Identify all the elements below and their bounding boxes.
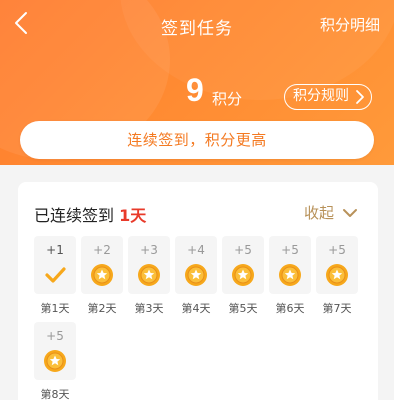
- checkin-card: 已连续签到 1天 收起 +1 第1天 +2 第2天 +3 第3天 +4 第4天 +5 第5天 +5 第…: [18, 182, 378, 400]
- star-coin-icon: [231, 263, 255, 287]
- nav-bar: 签到任务 积分明细: [0, 0, 394, 50]
- checkmark-icon: [43, 263, 67, 287]
- day-points: +5: [281, 243, 299, 257]
- day-label: 第3天: [134, 302, 164, 315]
- day-points: +1: [46, 243, 64, 257]
- streak-title: 已连续签到 1天: [34, 202, 146, 226]
- day-box: +5: [269, 236, 311, 294]
- day-label: 第2天: [87, 302, 117, 315]
- day-points: +3: [140, 243, 158, 257]
- points-detail-link[interactable]: 积分明细: [320, 14, 380, 35]
- star-coin-icon: [137, 263, 161, 287]
- points-summary: 9 积分 积分规则: [0, 68, 394, 112]
- day-label: 第1天: [40, 302, 70, 315]
- chevron-down-icon: [343, 208, 357, 217]
- points-value: 9: [186, 72, 204, 108]
- slogan-banner: 连续签到，积分更高: [20, 121, 374, 159]
- day-box: +3: [128, 236, 170, 294]
- day-tile: +3 第3天: [127, 236, 171, 316]
- day-points: +4: [187, 243, 205, 257]
- points-rules-label: 积分规则: [293, 88, 349, 104]
- collapse-button[interactable]: 收起: [304, 202, 358, 223]
- day-tile: +4 第4天: [174, 236, 218, 316]
- star-coin-icon: [90, 263, 114, 287]
- star-coin-icon: [325, 263, 349, 287]
- day-label: 第6天: [275, 302, 305, 315]
- points-rules-button[interactable]: 积分规则: [284, 84, 372, 110]
- day-points: +5: [46, 329, 64, 343]
- day-box: +2: [81, 236, 123, 294]
- streak-days: 1天: [119, 206, 147, 225]
- day-tile: +5 第7天: [315, 236, 359, 316]
- day-points: +5: [328, 243, 346, 257]
- day-box: +5: [222, 236, 264, 294]
- day-label: 第5天: [228, 302, 258, 315]
- day-label: 第8天: [40, 388, 70, 400]
- day-box: +5: [316, 236, 358, 294]
- day-box: +4: [175, 236, 217, 294]
- day-tile: +1 第1天: [33, 236, 77, 316]
- day-label: 第4天: [181, 302, 211, 315]
- day-tile: +5 第6天: [268, 236, 312, 316]
- star-coin-icon: [43, 349, 67, 373]
- day-tile: +5 第8天: [33, 322, 77, 400]
- star-coin-icon: [278, 263, 302, 287]
- day-tile: +5 第5天: [221, 236, 265, 316]
- collapse-label: 收起: [303, 204, 334, 222]
- day-label: 第7天: [322, 302, 352, 315]
- day-points: +5: [234, 243, 252, 257]
- day-box: +5: [34, 322, 76, 380]
- day-box: +1: [34, 236, 76, 294]
- day-tile: +2 第2天: [80, 236, 124, 316]
- streak-prefix: 已连续签到: [34, 206, 120, 225]
- chevron-right-icon: [355, 89, 365, 113]
- star-coin-icon: [184, 263, 208, 287]
- points-unit: 积分: [212, 90, 243, 108]
- day-points: +2: [93, 243, 111, 257]
